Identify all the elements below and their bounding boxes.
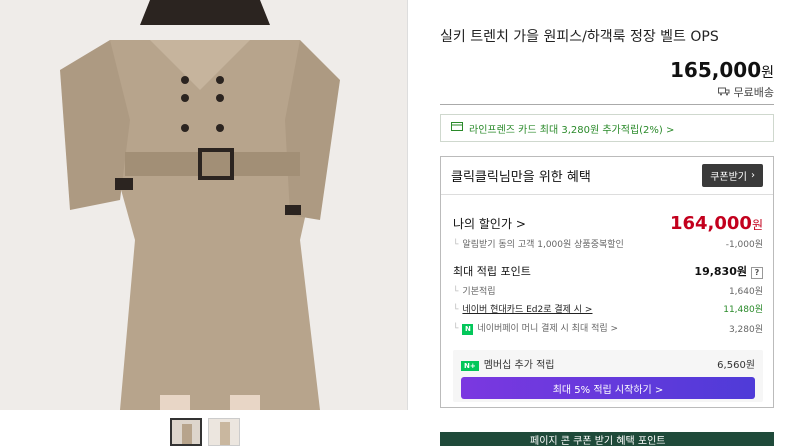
membership-start-button[interactable]: 최대 5% 적립 시작하기 > (461, 377, 755, 399)
card-promo-text: 라인프렌즈 카드 최대 3,280원 추가적립(2%) > (469, 124, 675, 136)
card-point-row: └ 네이버 현대카드 Ed2로 결제 시 > 11,480원 (453, 302, 763, 315)
points-value-wrap: 19,830원? (694, 263, 763, 279)
coupon-button[interactable]: 쿠폰받기 › (702, 164, 763, 187)
product-gallery (0, 0, 408, 446)
npay-point-row: └ N 네이버페이 머니 결제 시 최대 적립 > 3,280원 (453, 321, 763, 335)
bottom-promo-banner[interactable]: 페이지 콘 쿠폰 받기 혜택 포인트 (440, 432, 774, 446)
discount-detail-value: -1,000원 (725, 240, 763, 250)
basic-point-row: └ 기본적립 1,640원 (453, 284, 763, 297)
points-row: 최대 적립 포인트 19,830원? (453, 263, 763, 279)
benefit-box: 클릭클릭님만을 위한 혜택 쿠폰받기 › 나의 할인가 > 164,000원 └… (440, 156, 774, 408)
points-label: 최대 적립 포인트 (453, 265, 531, 278)
thumbnail-1[interactable] (170, 418, 202, 446)
card-point-link[interactable]: 네이버 현대카드 Ed2로 결제 시 > (462, 305, 592, 315)
benefit-header: 클릭클릭님만을 위한 혜택 쿠폰받기 › (441, 157, 773, 195)
shipping-info: 무료배송 (717, 84, 774, 100)
basic-point-label: 기본적립 (462, 287, 496, 297)
product-price: 165,000원 (670, 58, 774, 82)
trench-dress-illustration (0, 0, 407, 410)
product-main-image[interactable] (0, 0, 408, 410)
card-point-value: 11,480원 (723, 305, 763, 315)
discount-detail-text: 알림받기 동의 고객 1,000원 상품중복할인 (462, 240, 624, 250)
discount-price-unit: 원 (751, 218, 763, 232)
npay-point-value: 3,280원 (728, 324, 763, 335)
product-title: 실키 트렌치 가을 원피스/하객룩 정장 벨트 OPS (440, 29, 719, 45)
shipping-label: 무료배송 (733, 86, 774, 99)
membership-header: N+ 멤버십 추가 적립 6,560원 (461, 356, 755, 371)
membership-label: 멤버십 추가 적립 (483, 360, 555, 371)
discount-price: 164,000원 (670, 213, 763, 234)
discount-price-value: 164,000 (669, 213, 752, 234)
membership-section: N+ 멤버십 추가 적립 6,560원 최대 5% 적립 시작하기 > (453, 350, 763, 402)
price-unit: 원 (761, 65, 774, 81)
product-info-panel: 실키 트렌치 가을 원피스/하객룩 정장 벨트 OPS 165,000원 무료배… (440, 0, 774, 446)
card-promo-row[interactable]: 라인프렌즈 카드 최대 3,280원 추가적립(2%) > (440, 114, 774, 142)
price-value: 165,000 (670, 58, 762, 82)
chevron-right-icon: › (751, 170, 755, 181)
coupon-button-label: 쿠폰받기 (710, 172, 747, 183)
npay-badge-icon: N (462, 324, 474, 335)
truck-icon (717, 86, 730, 99)
basic-point-value: 1,640원 (728, 287, 763, 297)
npay-plus-icon: N+ (461, 361, 479, 371)
thumbnail-strip (170, 418, 240, 446)
discount-detail-row: └ 알림받기 동의 고객 1,000원 상품중복할인 -1,000원 (453, 237, 763, 250)
points-value: 19,830원 (694, 265, 747, 278)
divider (440, 104, 774, 105)
npay-point-link[interactable]: 네이버페이 머니 결제 시 최대 적립 > (477, 324, 618, 334)
benefit-title: 클릭클릭님만을 위한 혜택 (451, 170, 591, 185)
membership-value: 6,560원 (717, 360, 755, 371)
discount-row[interactable]: 나의 할인가 > 164,000원 (453, 213, 763, 234)
card-icon (451, 122, 463, 134)
thumbnail-2[interactable] (208, 418, 240, 446)
help-icon[interactable]: ? (751, 267, 763, 279)
discount-label: 나의 할인가 > (453, 217, 526, 231)
